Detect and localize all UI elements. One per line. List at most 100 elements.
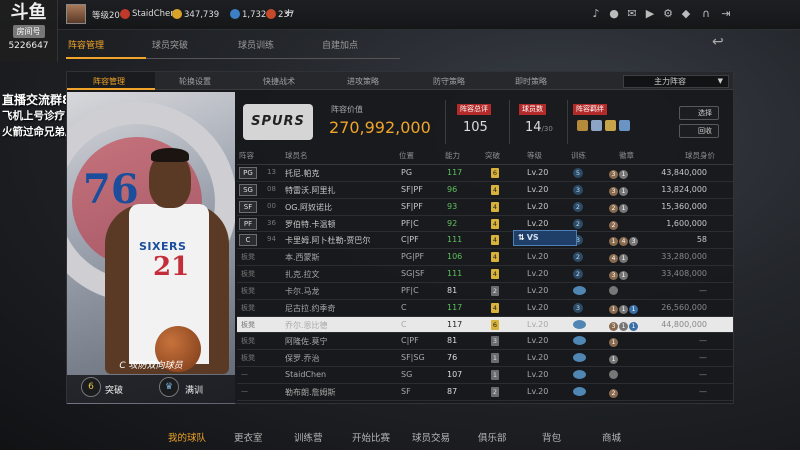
tab-instant[interactable]: 即时策略 [515,76,547,87]
mail-icon[interactable]: ✉ [626,8,638,20]
player-name[interactable]: 卡尔.马龙 [285,286,320,297]
badge-icon[interactable]: 1 [619,321,628,331]
training-label[interactable]: 满训 [185,383,203,396]
table-row[interactable]: — 勒布朗.詹姆斯 SF 87 2 Lv.20 2 — [237,384,733,401]
column-header[interactable]: 等级 [527,150,542,161]
subtab-breakthrough[interactable]: 球员突破 [152,38,188,51]
subtab-custom-points[interactable]: 自建加点 [322,38,358,51]
nav-shop[interactable]: 商城 [602,430,621,444]
tab-rotation[interactable]: 轮换设置 [179,76,211,87]
synergy-icon[interactable] [619,120,630,131]
player-name[interactable]: StaidChen [285,370,326,379]
breakthrough-badge-icon[interactable]: 6 [81,377,101,397]
avatar[interactable] [66,4,86,24]
badge-icon[interactable]: 1 [609,355,618,365]
table-row[interactable]: C94卡里姆.阿卜杜勒-贾巴尔C|PF1114Lv.20314358 [237,232,733,250]
badge-icon[interactable]: 3 [629,237,638,247]
badge-icon[interactable]: 2 [609,203,618,213]
vs-label[interactable]: VS [527,233,539,242]
table-row[interactable]: 板凳 尼古拉.约季奇 C 117 4 Lv.20 3 1 1 1 26,560,000 [237,300,733,317]
player-name[interactable]: 本.西蒙斯 [285,252,320,263]
column-header[interactable]: 阵容 [239,150,254,161]
table-row[interactable]: 板凳 阿隆佐.莫宁 C|PF 81 3 Lv.20 1 — [237,333,733,351]
tab-quick-tactics[interactable]: 快捷战术 [263,76,295,87]
badge-icon[interactable]: 1 [619,186,628,196]
shield-icon[interactable]: ◆ [680,8,692,20]
player-name[interactable]: 卡里姆.阿卜杜勒-贾巴尔 [285,235,370,246]
badge-icon[interactable]: 1 [619,304,628,314]
badge-icon[interactable]: 2 [609,388,618,398]
column-header[interactable]: 徽章 [619,150,634,161]
column-header[interactable]: 突破 [485,150,500,161]
swap-icon[interactable]: ⇅ [518,233,525,242]
player-name[interactable]: 特雷沃.阿里扎 [285,185,336,196]
player-name[interactable]: 托尼.帕克 [285,168,320,179]
table-row[interactable]: PF 36 罗伯特.卡温顿 PF|C 92 4 Lv.20 2 2 1,600,000 [237,216,733,233]
compare-overlay[interactable]: ⇅ VS [513,230,577,246]
table-row[interactable]: SG 08 特雷沃.阿里扎 SF|PF 96 4 Lv.20 3 3 1 13,824,000 [237,182,733,199]
table-row[interactable]: PG 13 托尼.帕克 PG 117 6 Lv.20 5 3 1 43,840,000 [237,165,733,182]
tab-defense[interactable]: 防守策略 [433,76,465,87]
exit-icon[interactable]: ⇥ [720,8,732,20]
table-row[interactable]: SF 00 OG.阿奴诺比 SF|PF 93 4 Lv.20 2 2 1 15,360,000 [237,199,733,216]
badge-icon[interactable]: 1 [609,338,618,348]
subtab-training[interactable]: 球员训练 [238,38,274,51]
nav-trade[interactable]: 球员交易 [412,430,450,444]
badge-icon[interactable]: 1 [619,203,628,213]
bell-icon[interactable]: ♪ [590,8,602,20]
badge-icon[interactable]: 1 [619,271,628,281]
player-name[interactable]: 乔尔.恩比德 [285,320,328,331]
nav-my-team[interactable]: 我的球队 [168,430,206,444]
badge-icon[interactable]: 3 [609,321,618,331]
badge-icon[interactable]: 3 [609,186,618,196]
player-name[interactable]: OG.阿奴诺比 [285,202,332,213]
recycle-button[interactable]: 回收 [679,124,719,138]
table-row[interactable]: 板凳 卡尔.马龙 PF|C 81 2 Lv.20 — [237,283,733,300]
badge-icon[interactable] [609,370,618,380]
table-row[interactable]: 板凳 扎克.拉文 SG|SF 111 4 Lv.20 2 3 1 33,408,000 [237,266,733,283]
nav-club[interactable]: 俱乐部 [478,430,507,444]
badge-icon[interactable]: 1 [619,170,628,179]
synergy-icon[interactable] [577,120,588,131]
badge-icon[interactable]: 1 [619,254,628,264]
badge-icon[interactable]: 4 [609,254,618,264]
badge-icon[interactable]: 1 [609,304,618,314]
back-icon[interactable]: ↩ [712,34,734,50]
player-name[interactable]: 保罗.乔治 [285,353,320,364]
player-name[interactable]: 尼古拉.约季奇 [285,303,336,314]
breakthrough-label[interactable]: 突破 [105,383,123,396]
badge-icon[interactable]: 3 [609,170,618,179]
training-badge-icon[interactable]: ♛ [159,377,179,397]
player-name[interactable]: 阿隆佐.莫宁 [285,336,328,347]
column-header[interactable]: 球员名 [285,150,308,161]
nav-training-camp[interactable]: 训练营 [294,430,323,444]
lineup-select[interactable]: 主力阵容 ▼ [623,75,729,88]
column-header[interactable]: 位置 [399,150,414,161]
gear-icon[interactable]: ⚙ [662,8,674,20]
badge-icon[interactable]: 4 [619,237,628,247]
synergy-icons[interactable] [577,120,633,134]
player-name[interactable]: 罗伯特.卡温顿 [285,219,336,230]
table-row[interactable]: 板凳 乔尔.恩比德 C 117 6 Lv.20 3 1 1 44,800,000 [237,316,733,334]
headset-icon[interactable]: ∩ [700,8,712,20]
tab-offense[interactable]: 进攻策略 [347,76,379,87]
table-row[interactable]: 板凳 本.西蒙斯 PG|PF 106 4 Lv.20 2 4 1 33,280,000 [237,249,733,267]
badge-icon[interactable]: 2 [609,220,618,230]
player-name[interactable]: 勒布朗.詹姆斯 [285,387,336,398]
badge-icon[interactable]: 3 [609,271,618,281]
nav-backpack[interactable]: 背包 [542,430,561,444]
player-name[interactable]: 扎克.拉文 [285,269,320,280]
nav-start-game[interactable]: 开始比赛 [352,430,390,444]
column-header[interactable]: 能力 [445,150,460,161]
badge-icon[interactable]: 1 [629,304,638,314]
badge-icon[interactable] [609,285,618,295]
user-icon[interactable]: ● [608,8,620,20]
table-row[interactable]: — StaidChen SG 107 1 Lv.20 — [237,367,733,384]
badge-icon[interactable]: 1 [609,237,618,247]
video-icon[interactable]: ▶ [644,8,656,20]
select-button[interactable]: 选择 [679,106,719,120]
add-currency-button[interactable]: + [284,6,293,19]
synergy-icon[interactable] [605,120,616,131]
table-row[interactable]: 板凳 保罗.乔治 SF|SG 76 1 Lv.20 1 — [237,350,733,368]
tab-lineup[interactable]: 阵容管理 [93,76,125,87]
